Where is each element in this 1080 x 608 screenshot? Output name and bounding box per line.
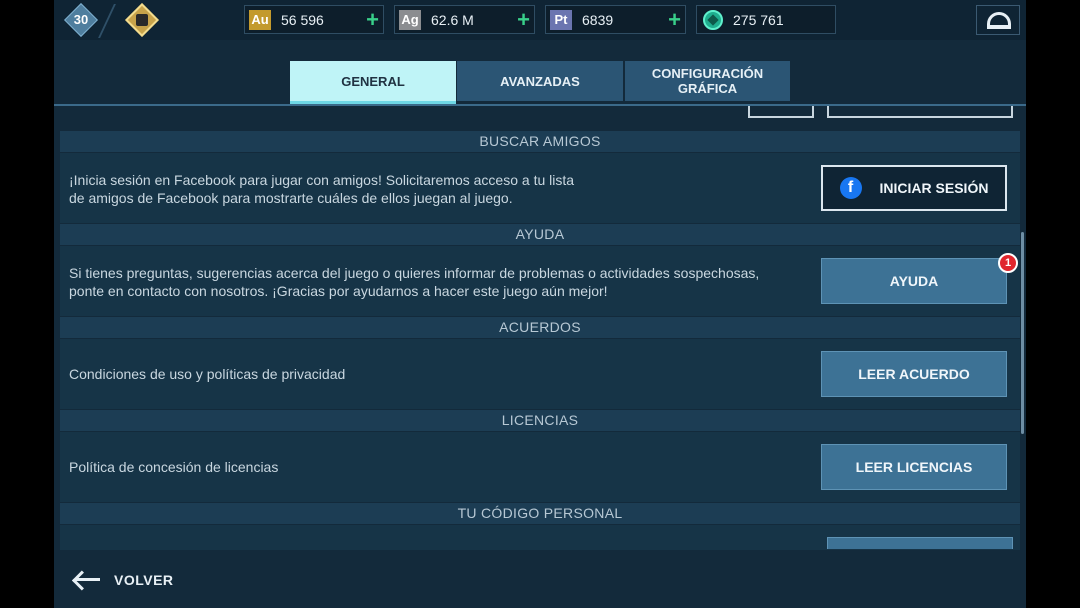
- facebook-login-button[interactable]: f INICIAR SESIÓN: [821, 165, 1007, 211]
- notification-badge: 1: [998, 253, 1018, 273]
- gem-icon: [703, 10, 723, 30]
- tab-graphics[interactable]: CONFIGURACIÓN GRÁFICA: [625, 61, 790, 101]
- rank-inner-shape: [136, 14, 148, 26]
- back-arrow-icon: [71, 568, 100, 592]
- help-button-label: AYUDA: [889, 273, 939, 289]
- player-level: 30: [73, 12, 89, 27]
- friends-text-line1: ¡Inicia sesión en Facebook para jugar co…: [69, 172, 575, 188]
- facebook-login-label: INICIAR SESIÓN: [879, 180, 989, 196]
- friends-text-line2: de amigos de Facebook para mostrarte cuá…: [69, 190, 513, 206]
- add-silver-button[interactable]: +: [517, 8, 530, 32]
- section-header-agreements: ACUERDOS: [60, 317, 1020, 338]
- personal-code-button[interactable]: [827, 537, 1013, 549]
- facebook-icon: f: [839, 177, 862, 199]
- silver-value: 62.6 M: [431, 12, 474, 28]
- player-level-badge[interactable]: 30: [64, 3, 98, 37]
- help-text-line1: Si tienes preguntas, sugerencias acerca …: [69, 265, 760, 281]
- resource-platinum: Pt 6839 +: [545, 5, 686, 34]
- section-header-licenses: LICENCIAS: [60, 410, 1020, 431]
- partial-button[interactable]: [827, 106, 1013, 118]
- scrollbar[interactable]: [1021, 232, 1024, 434]
- platinum-value: 6839: [582, 12, 614, 28]
- gold-icon: Au: [249, 10, 271, 30]
- game-settings-screen: 30 Au 56 596 + Ag 62.6 M + Pt 6839 + 275…: [54, 0, 1026, 608]
- hangar-button[interactable]: [976, 5, 1020, 35]
- section-header-personal-code: TU CÓDIGO PERSONAL: [60, 503, 1020, 524]
- add-platinum-button[interactable]: +: [668, 8, 681, 32]
- gold-value: 56 596: [281, 12, 324, 28]
- divider: [98, 4, 116, 38]
- agreements-text: Condiciones de uso y políticas de privac…: [69, 366, 346, 382]
- bottom-bar: VOLVER: [54, 550, 1026, 608]
- tab-general[interactable]: GENERAL: [290, 61, 456, 101]
- add-gold-button[interactable]: +: [366, 8, 379, 32]
- read-agreement-label: LEER ACUERDO: [858, 366, 970, 382]
- silver-icon: Ag: [399, 10, 421, 30]
- back-button[interactable]: VOLVER: [71, 566, 174, 594]
- back-label: VOLVER: [114, 572, 174, 588]
- platinum-icon: Pt: [550, 10, 572, 30]
- read-licenses-label: LEER LICENCIAS: [855, 459, 973, 475]
- rank-emblem-icon[interactable]: [125, 3, 159, 37]
- read-licenses-button[interactable]: LEER LICENCIAS: [821, 444, 1007, 490]
- hangar-icon-base: [987, 25, 1011, 29]
- tab-advanced[interactable]: AVANZADAS: [457, 61, 623, 101]
- help-button[interactable]: AYUDA: [821, 258, 1007, 304]
- licenses-text: Política de concesión de licencias: [69, 459, 279, 475]
- read-agreement-button[interactable]: LEER ACUERDO: [821, 351, 1007, 397]
- resource-gold: Au 56 596 +: [244, 5, 384, 34]
- help-text-line2: ponte en contacto con nosotros. ¡Gracias…: [69, 283, 608, 299]
- section-header-friends: BUSCAR AMIGOS: [60, 131, 1020, 152]
- top-bar: 30 Au 56 596 + Ag 62.6 M + Pt 6839 + 275…: [54, 0, 1026, 40]
- resource-gems: 275 761: [696, 5, 836, 34]
- resource-silver: Ag 62.6 M +: [394, 5, 535, 34]
- section-header-help: AYUDA: [60, 224, 1020, 245]
- gems-value: 275 761: [733, 12, 784, 28]
- partial-control[interactable]: [748, 106, 814, 118]
